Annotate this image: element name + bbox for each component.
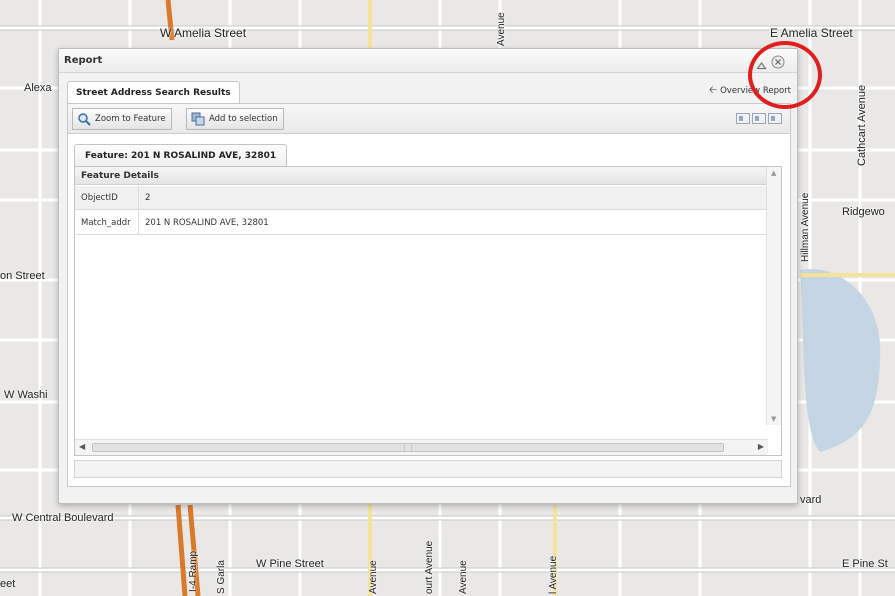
row-key: Match_addr — [75, 211, 139, 234]
layout-icon[interactable] — [736, 113, 750, 124]
map-label-on-street: on Street — [0, 270, 45, 282]
map-label-w-amelia: W Amelia Street — [160, 26, 247, 40]
map-label-s-garland: S Garla — [216, 560, 227, 594]
map-label-cathcart: Cathcart Avenue — [856, 84, 868, 166]
close-icon[interactable] — [771, 54, 785, 69]
table-row[interactable]: ObjectID 2 — [75, 186, 768, 210]
map-label-vard: vard — [800, 494, 822, 506]
scroll-right-icon[interactable]: ▶ — [758, 442, 764, 451]
map-label-w-pine: W Pine Street — [256, 558, 324, 570]
scroll-left-icon[interactable]: ◀ — [79, 442, 85, 451]
tab-feature[interactable]: Feature: 201 N ROSALIND AVE, 32801 — [74, 144, 288, 166]
feature-details-panel: Feature Details ObjectID 2 Match_addr 20… — [74, 166, 782, 456]
map-label-avenue-top: Avenue — [496, 12, 507, 46]
map-label-ridgewood: Ridgewo — [842, 206, 885, 218]
row-value: 2 — [145, 193, 151, 203]
horizontal-scroll-thumb[interactable]: ⋮⋮ — [92, 443, 724, 452]
table-row[interactable]: Match_addr 201 N ROSALIND AVE, 32801 — [75, 211, 768, 235]
window-title: Report — [64, 55, 103, 66]
map-label-court-avenue: ourt Avenue — [424, 540, 435, 594]
report-toolbar: Zoom to Feature Add to selection — [68, 104, 790, 134]
layout-icon[interactable] — [752, 113, 766, 124]
layout-switcher — [736, 113, 782, 125]
map-label-w-central: W Central Boulevard — [12, 512, 114, 524]
report-titlebar[interactable]: Report — [59, 49, 797, 73]
scroll-up-icon[interactable]: ▲ — [771, 169, 776, 177]
map-label-w-washi: W Washi — [4, 389, 48, 401]
overview-report-link[interactable]: 🡠 Overview Report — [709, 83, 791, 100]
scroll-down-icon[interactable]: ▼ — [771, 415, 776, 423]
map-label-e-pine: E Pine St — [842, 558, 888, 570]
collapse-icon[interactable] — [756, 56, 767, 70]
add-to-selection-label: Add to selection — [209, 114, 278, 124]
vertical-scrollbar[interactable]: ▲ ▼ — [766, 167, 781, 425]
zoom-to-feature-label: Zoom to Feature — [95, 114, 166, 124]
zoom-to-feature-button[interactable]: Zoom to Feature — [72, 108, 172, 130]
map-label-alexa: Alexa — [24, 82, 52, 94]
overview-report-label: Overview Report — [720, 86, 791, 96]
map-label-avenue-b1: Avenue — [368, 560, 379, 594]
report-window: Report Street Address Search Results 🡠 Ov… — [58, 48, 798, 504]
map-label-eet: eet — [0, 578, 16, 590]
panel-status-bar — [74, 460, 782, 478]
map-label-e-amelia: E Amelia Street — [770, 26, 853, 40]
zoom-icon — [77, 112, 91, 126]
layout-icon[interactable] — [768, 113, 782, 124]
arrow-left-icon: 🡠 — [708, 85, 718, 96]
row-value: 201 N ROSALIND AVE, 32801 — [145, 218, 269, 228]
search-results-panel: Zoom to Feature Add to selection Feature… — [67, 103, 791, 487]
grip-icon: ⋮⋮ — [401, 444, 415, 452]
horizontal-scrollbar[interactable]: ◀ ⋮⋮ ▶ — [75, 439, 768, 455]
row-key: ObjectID — [75, 186, 139, 209]
map-label-avenue-b2: Avenue — [458, 560, 469, 594]
tab-street-address-search-results[interactable]: Street Address Search Results — [67, 81, 240, 103]
map-label-i4-ramp: I-4 Ramp — [188, 550, 199, 592]
map-label-avenue-b3: l Avenue — [548, 555, 559, 594]
map-label-hillman: Hillman Avenue — [800, 192, 811, 262]
add-to-selection-button[interactable]: Add to selection — [186, 108, 284, 130]
add-selection-icon — [191, 112, 205, 126]
feature-details-header: Feature Details — [75, 167, 768, 185]
